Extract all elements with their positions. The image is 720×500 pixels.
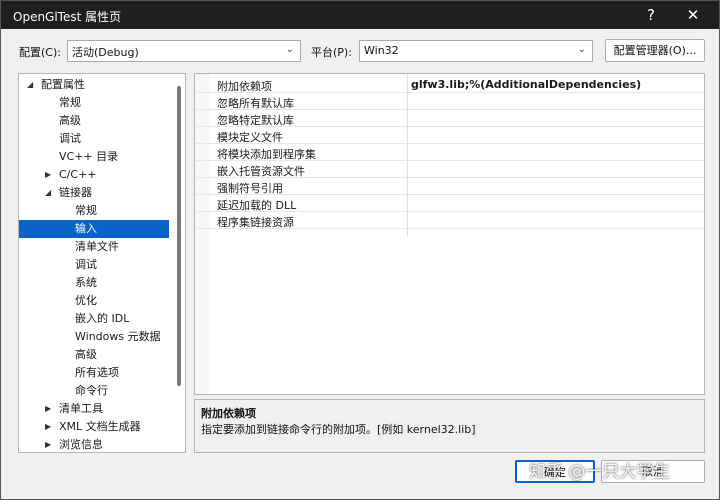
description-panel: 附加依赖项 指定要添加到链接命令行的附加项。[例如 kernel32.lib] xyxy=(194,399,705,453)
tree-item[interactable]: ▶ 清单工具 xyxy=(19,400,169,418)
property-name: 忽略特定默认库 xyxy=(217,114,294,127)
config-select[interactable]: 活动(Debug) ⌄ xyxy=(67,40,301,62)
expand-arrow-icon[interactable]: ◢ xyxy=(27,76,33,94)
tree-item[interactable]: 嵌入的 IDL xyxy=(19,310,169,328)
property-name: 强制符号引用 xyxy=(217,182,283,195)
tree-item-label: 调试 xyxy=(75,258,97,271)
tree-item[interactable]: ▶ 浏览信息 xyxy=(19,436,169,452)
tree-item[interactable]: 优化 xyxy=(19,292,169,310)
tree-item[interactable]: 常规 xyxy=(19,94,169,112)
tree-item-label: 链接器 xyxy=(59,186,92,199)
tree-item[interactable]: ◢ 链接器 xyxy=(19,184,169,202)
tree-item[interactable]: Windows 元数据 xyxy=(19,328,169,346)
platform-select-value: Win32 xyxy=(364,44,399,57)
collapse-arrow-icon[interactable]: ▶ xyxy=(45,418,51,436)
collapse-arrow-icon[interactable]: ▶ xyxy=(45,400,51,418)
configuration-manager-button[interactable]: 配置管理器(O)... xyxy=(605,39,705,62)
tree-item-label: 命令行 xyxy=(75,384,108,397)
title-bar: OpenGlTest 属性页 ? ✕ xyxy=(1,1,719,29)
tree-item-label: 配置属性 xyxy=(41,78,85,91)
tree-item-label: 常规 xyxy=(75,204,97,217)
tree-item[interactable]: 常规 xyxy=(19,202,169,220)
property-row[interactable]: 附加依赖项 glfw3.lib;%(AdditionalDependencies) xyxy=(195,76,704,93)
tree-item[interactable]: 所有选项 xyxy=(19,364,169,382)
tree-item-label: XML 文档生成器 xyxy=(59,420,141,433)
chevron-down-icon: ⌄ xyxy=(285,44,294,55)
property-row[interactable]: 模块定义文件 xyxy=(195,127,704,144)
tree-item[interactable]: 输入 xyxy=(19,220,169,238)
property-row[interactable]: 程序集链接资源 xyxy=(195,212,704,229)
chevron-down-icon: ⌄ xyxy=(577,44,586,55)
platform-select[interactable]: Win32 ⌄ xyxy=(359,40,593,62)
property-name: 程序集链接资源 xyxy=(217,216,294,229)
tree-item-label: 系统 xyxy=(75,276,97,289)
tree-item[interactable]: ▶ C/C++ xyxy=(19,166,169,184)
tree-item[interactable]: VC++ 目录 xyxy=(19,148,169,166)
property-row[interactable]: 延迟加载的 DLL xyxy=(195,195,704,212)
tree-item[interactable]: 调试 xyxy=(19,256,169,274)
tree-item[interactable]: 高级 xyxy=(19,346,169,364)
tree-item-label: 浏览信息 xyxy=(59,438,103,451)
property-row[interactable]: 忽略特定默认库 xyxy=(195,110,704,127)
property-name: 将模块添加到程序集 xyxy=(217,148,316,161)
tree-item[interactable]: 系统 xyxy=(19,274,169,292)
description-text: 指定要添加到链接命令行的附加项。[例如 kernel32.lib] xyxy=(201,423,476,436)
tree-item-label: Windows 元数据 xyxy=(75,330,161,343)
property-row[interactable]: 强制符号引用 xyxy=(195,178,704,195)
cancel-button[interactable]: 取消 xyxy=(601,460,705,483)
property-row[interactable]: 将模块添加到程序集 xyxy=(195,144,704,161)
config-label: 配置(C): xyxy=(19,46,61,59)
tree-item-label: 优化 xyxy=(75,294,97,307)
property-value[interactable]: glfw3.lib;%(AdditionalDependencies) xyxy=(411,78,641,91)
config-select-value: 活动(Debug) xyxy=(72,46,139,59)
property-name: 附加依赖项 xyxy=(217,80,272,93)
tree-item-label: 高级 xyxy=(59,114,81,127)
property-tree: ◢ 配置属性 常规 高级 调试 VC++ 目录 ▶ C/C++ ◢ 链接器 常规 输入 清单文件 调试 系统… xyxy=(18,73,186,453)
tree-item-label: 嵌入的 IDL xyxy=(75,312,130,325)
tree-scrollbar[interactable] xyxy=(177,86,181,386)
tree-item-label: 清单文件 xyxy=(75,240,119,253)
tree-item-label: C/C++ xyxy=(59,168,97,181)
tree-item-label: 输入 xyxy=(75,222,97,235)
tree-item-label: 清单工具 xyxy=(59,402,103,415)
property-row[interactable]: 嵌入托管资源文件 xyxy=(195,161,704,178)
property-name: 延迟加载的 DLL xyxy=(217,199,297,212)
tree-item-label: VC++ 目录 xyxy=(59,150,119,163)
platform-label: 平台(P): xyxy=(311,46,352,59)
description-title: 附加依赖项 xyxy=(201,407,256,420)
property-pages-dialog: OpenGlTest 属性页 ? ✕ 配置(C): 活动(Debug) ⌄ 平台… xyxy=(0,0,720,500)
close-icon[interactable]: ✕ xyxy=(673,1,713,29)
property-name: 嵌入托管资源文件 xyxy=(217,165,305,178)
tree-item[interactable]: 清单文件 xyxy=(19,238,169,256)
tree-item[interactable]: 高级 xyxy=(19,112,169,130)
tree-item[interactable]: ◢ 配置属性 xyxy=(19,76,169,94)
collapse-arrow-icon[interactable]: ▶ xyxy=(45,436,51,452)
tree-item[interactable]: ▶ XML 文档生成器 xyxy=(19,418,169,436)
ok-button[interactable]: 确定 xyxy=(515,460,595,483)
property-grid: 附加依赖项 glfw3.lib;%(AdditionalDependencies)… xyxy=(194,73,705,395)
tree-item[interactable]: 命令行 xyxy=(19,382,169,400)
property-name: 模块定义文件 xyxy=(217,131,283,144)
tree-item[interactable]: 调试 xyxy=(19,130,169,148)
property-name: 忽略所有默认库 xyxy=(217,97,294,110)
tree-item-label: 调试 xyxy=(59,132,81,145)
window-title: OpenGlTest 属性页 xyxy=(13,10,122,24)
property-row[interactable]: 忽略所有默认库 xyxy=(195,93,704,110)
help-button[interactable]: ? xyxy=(631,1,671,29)
collapse-arrow-icon[interactable]: ▶ xyxy=(45,166,51,184)
tree-item-label: 常规 xyxy=(59,96,81,109)
tree-item-label: 所有选项 xyxy=(75,366,119,379)
expand-arrow-icon[interactable]: ◢ xyxy=(45,184,51,202)
tree-item-label: 高级 xyxy=(75,348,97,361)
